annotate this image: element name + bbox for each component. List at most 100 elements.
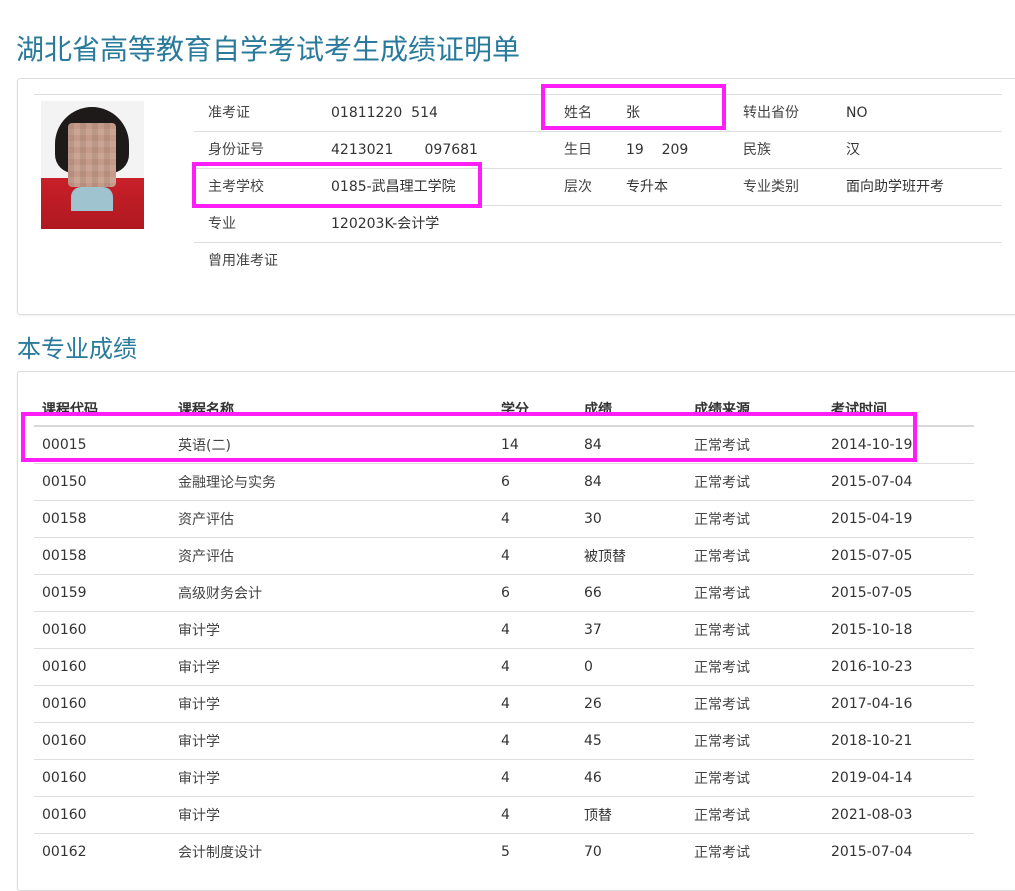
scores-section-title: 本专业成绩 [17, 335, 137, 363]
course-code: 00150 [34, 462, 170, 500]
page-title: 湖北省高等教育自学考试考生成绩证明单 [16, 33, 521, 66]
course-code: 00160 [34, 610, 170, 648]
course-name: 审计学 [170, 721, 493, 759]
score: 30 [576, 499, 686, 537]
exam-date: 2015-07-05 [823, 536, 974, 574]
table-row: 00160 审计学 4 37 正常考试 2015-10-18 [34, 610, 974, 648]
course-code: 00160 [34, 758, 170, 796]
credit: 6 [493, 573, 576, 611]
score-source: 正常考试 [686, 425, 823, 463]
score-source: 正常考试 [686, 499, 823, 537]
exam-date: 2016-10-23 [823, 647, 974, 685]
school-label: 主考学校 [208, 179, 264, 195]
score-source: 正常考试 [686, 573, 823, 611]
name-label: 姓名 [564, 105, 592, 121]
course-code: 00160 [34, 721, 170, 759]
credit: 4 [493, 795, 576, 833]
major-label: 专业 [208, 216, 236, 232]
score: 被顶替 [576, 536, 686, 574]
course-code: 00158 [34, 536, 170, 574]
ethnicity-value: 汉 [846, 142, 860, 158]
exam-date: 2015-07-04 [823, 462, 974, 500]
student-photo-icon [41, 101, 144, 229]
ethnicity-label: 民族 [743, 142, 771, 158]
credit: 4 [493, 499, 576, 537]
course-code: 00160 [34, 795, 170, 833]
scores-panel: 课程代码 课程名称 学分 成绩 成绩来源 考试时间 00015 英语(二) 14 84… [17, 371, 1015, 891]
course-name: 审计学 [170, 684, 493, 722]
transfer-province-value: NO [846, 105, 868, 121]
name-value: 张 [626, 105, 640, 121]
credit: 4 [493, 536, 576, 574]
id-card-label: 身份证号 [208, 142, 264, 158]
header-course-code: 课程代码 [34, 392, 170, 427]
exam-id-value: 01811220 514 [331, 105, 438, 121]
course-name: 英语(二) [170, 425, 493, 463]
table-row: 00159 高级财务会计 6 66 正常考试 2015-07-05 [34, 573, 974, 611]
score-source: 正常考试 [686, 647, 823, 685]
table-row: 00162 会计制度设计 5 70 正常考试 2015-07-04 [34, 832, 974, 870]
exam-date: 2015-07-05 [823, 573, 974, 611]
exam-date: 2021-08-03 [823, 795, 974, 833]
course-name: 会计制度设计 [170, 832, 493, 870]
table-row: 00158 资产评估 4 被顶替 正常考试 2015-07-05 [34, 536, 974, 574]
exam-date: 2019-04-14 [823, 758, 974, 796]
score: 66 [576, 573, 686, 611]
table-row: 00160 审计学 4 0 正常考试 2016-10-23 [34, 647, 974, 685]
former-id-label: 曾用准考证 [208, 253, 278, 269]
category-label: 专业类别 [743, 179, 799, 195]
major-value: 120203K-会计学 [331, 216, 440, 232]
exam-id-label: 准考证 [208, 105, 250, 121]
score-source: 正常考试 [686, 684, 823, 722]
score: 26 [576, 684, 686, 722]
id-card-value: 4213021 097681 [331, 142, 478, 158]
course-code: 00159 [34, 573, 170, 611]
table-row: 00160 审计学 4 顶替 正常考试 2021-08-03 [34, 795, 974, 833]
credit: 4 [493, 758, 576, 796]
category-value: 面向助学班开考 [846, 179, 944, 195]
score-source: 正常考试 [686, 536, 823, 574]
score: 顶替 [576, 795, 686, 833]
score: 70 [576, 832, 686, 870]
score-source: 正常考试 [686, 795, 823, 833]
table-row: 00160 审计学 4 26 正常考试 2017-04-16 [34, 684, 974, 722]
course-name: 高级财务会计 [170, 573, 493, 611]
course-code: 00158 [34, 499, 170, 537]
exam-date: 2018-10-21 [823, 721, 974, 759]
score: 37 [576, 610, 686, 648]
credit: 4 [493, 610, 576, 648]
course-code: 00160 [34, 647, 170, 685]
level-value: 专升本 [626, 179, 668, 195]
header-exam-date: 考试时间 [823, 392, 974, 427]
birth-label: 生日 [564, 142, 592, 158]
score-source: 正常考试 [686, 832, 823, 870]
course-code: 00162 [34, 832, 170, 870]
school-value: 0185-武昌理工学院 [331, 179, 456, 195]
score-source: 正常考试 [686, 462, 823, 500]
exam-date: 2015-07-04 [823, 832, 974, 870]
score: 45 [576, 721, 686, 759]
table-row: 00015 英语(二) 14 84 正常考试 2014-10-19 [34, 425, 974, 463]
credit: 5 [493, 832, 576, 870]
credit: 4 [493, 647, 576, 685]
scores-table: 课程代码 课程名称 学分 成绩 成绩来源 考试时间 00015 英语(二) 14 84… [34, 392, 974, 870]
score-source: 正常考试 [686, 610, 823, 648]
table-row: 00160 审计学 4 45 正常考试 2018-10-21 [34, 721, 974, 759]
table-row: 00158 资产评估 4 30 正常考试 2015-04-19 [34, 499, 974, 537]
credit: 4 [493, 721, 576, 759]
course-name: 审计学 [170, 795, 493, 833]
course-name: 审计学 [170, 610, 493, 648]
score: 46 [576, 758, 686, 796]
exam-date: 2014-10-19 [823, 425, 974, 463]
transfer-province-label: 转出省份 [743, 105, 799, 121]
score: 84 [576, 462, 686, 500]
scores-header-row: 课程代码 课程名称 学分 成绩 成绩来源 考试时间 [34, 392, 974, 427]
header-source: 成绩来源 [686, 392, 823, 427]
header-credit: 学分 [493, 392, 576, 427]
course-name: 资产评估 [170, 536, 493, 574]
course-code: 00015 [34, 425, 170, 463]
table-row: 00150 金融理论与实务 6 84 正常考试 2015-07-04 [34, 462, 974, 500]
student-info-panel: 准考证 01811220 514 姓名 张 转出省份 NO 身份证号 42130… [17, 78, 1015, 315]
header-score: 成绩 [576, 392, 686, 427]
score: 84 [576, 425, 686, 463]
